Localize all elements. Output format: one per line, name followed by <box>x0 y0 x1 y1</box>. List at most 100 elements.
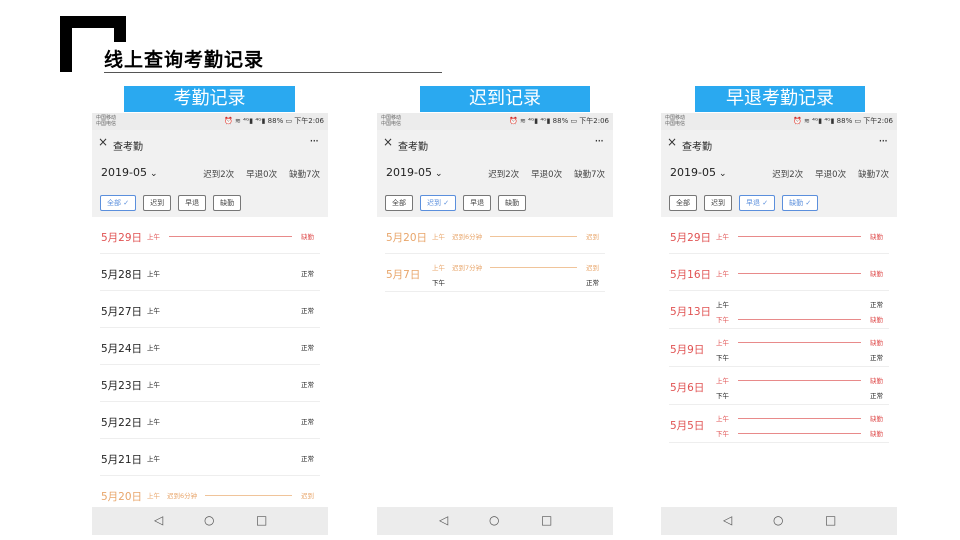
carrier-line-2: 中国电信 <box>381 121 402 127</box>
more-options-icon[interactable]: ··· <box>310 134 320 148</box>
status-label: 缺勤 <box>870 270 883 278</box>
status-label: 缺勤 <box>870 415 883 423</box>
period-record: 上午 迟到6分钟 迟到 <box>432 231 599 243</box>
close-icon[interactable]: × <box>667 135 677 149</box>
filter-chip[interactable]: 缺勤 ✓ <box>782 195 819 211</box>
section-label-early-leave: 早退考勤记录 <box>695 86 865 112</box>
status-label: 缺勤 <box>870 233 883 241</box>
recent-apps-icon[interactable]: □ <box>825 513 836 527</box>
filter-chip[interactable]: 早退 ✓ <box>739 195 776 211</box>
period-record: 下午 缺勤 <box>716 428 883 440</box>
filter-chips: 全部 迟到 早退 ✓ 缺勤 ✓ <box>661 189 897 217</box>
status-label: 正常 <box>301 270 314 278</box>
close-icon[interactable]: × <box>383 135 393 149</box>
status-label: 迟到 <box>586 264 599 272</box>
period-label: 上午 <box>147 381 160 389</box>
back-icon[interactable]: ◁ <box>439 513 448 527</box>
chevron-down-icon: ⌄ <box>149 169 158 179</box>
filter-chip[interactable]: 全部 ✓ <box>100 195 137 211</box>
filter-chips: 全部 ✓ 迟到 早退 缺勤 <box>92 189 328 217</box>
record-row[interactable]: 5月27日 上午 正常 <box>100 291 320 328</box>
back-icon[interactable]: ◁ <box>723 513 732 527</box>
late-count: 迟到2次 <box>488 170 520 180</box>
app-bar: × 查考勤 ··· <box>377 130 613 158</box>
late-count: 迟到2次 <box>203 170 235 180</box>
status-bar: 中国移动 中国电信 ⏰ ≋ ⁴ᴳ▮ ⁴ᴳ▮ 88% ▭ 下午2:06 <box>92 113 328 130</box>
period-label: 上午 <box>716 270 729 278</box>
record-row[interactable]: 5月24日 上午 正常 <box>100 328 320 365</box>
filter-chip[interactable]: 缺勤 <box>213 195 242 211</box>
period-record: 下午 正常 <box>432 277 599 289</box>
system-nav-bar: ◁ ○ □ <box>377 507 613 535</box>
absent-count: 缺勤7次 <box>289 170 320 180</box>
month-selector[interactable]: 2019-05 ⌄ <box>101 166 158 179</box>
status-line <box>490 236 577 237</box>
summary-bar: 2019-05 ⌄ 迟到2次 早退0次 缺勤7次 <box>377 158 613 189</box>
record-date: 5月16日 <box>670 269 712 281</box>
period-record: 上午 正常 <box>147 305 314 317</box>
filter-chip[interactable]: 全部 <box>385 195 413 211</box>
phone-screen-1: 中国移动 中国电信 ⏰ ≋ ⁴ᴳ▮ ⁴ᴳ▮ 88% ▭ 下午2:06 × 查考勤 ··· 2… <box>92 113 328 535</box>
filter-chip[interactable]: 缺勤 <box>498 195 527 211</box>
record-row[interactable]: 5月22日 上午 正常 <box>100 402 320 439</box>
status-icons-time: ⏰ ≋ ⁴ᴳ▮ ⁴ᴳ▮ 88% ▭ 下午2:06 <box>793 117 893 125</box>
filter-chip[interactable]: 迟到 <box>704 195 732 211</box>
filter-chip[interactable]: 迟到 ✓ <box>420 195 457 211</box>
period-record: 上午 缺勤 <box>716 413 883 425</box>
back-icon[interactable]: ◁ <box>154 513 163 527</box>
record-row[interactable]: 5月23日 上午 正常 <box>100 365 320 402</box>
record-date: 5月7日 <box>386 269 421 281</box>
status-label: 正常 <box>301 418 314 426</box>
more-options-icon[interactable]: ··· <box>595 134 605 148</box>
period-label: 上午 <box>716 339 729 347</box>
month-selector[interactable]: 2019-05 ⌄ <box>670 166 727 179</box>
chevron-down-icon: ⌄ <box>718 169 727 179</box>
period-label: 下午 <box>432 279 445 287</box>
month-value: 2019-05 <box>101 166 147 179</box>
period-label: 上午 <box>147 418 160 426</box>
system-nav-bar: ◁ ○ □ <box>661 507 897 535</box>
close-icon[interactable]: × <box>98 135 108 149</box>
record-date: 5月29日 <box>101 232 143 244</box>
status-label: 正常 <box>301 381 314 389</box>
period-label: 上午 <box>716 377 729 385</box>
record-row[interactable]: 5月29日 上午 缺勤 <box>100 217 320 254</box>
recent-apps-icon[interactable]: □ <box>256 513 267 527</box>
status-bar: 中国移动 中国电信 ⏰ ≋ ⁴ᴳ▮ ⁴ᴳ▮ 88% ▭ 下午2:06 <box>661 113 897 130</box>
record-row[interactable]: 5月9日 上午 缺勤 下午 正常 <box>669 329 889 367</box>
home-icon[interactable]: ○ <box>489 513 499 527</box>
carrier-line-2: 中国电信 <box>96 121 117 127</box>
status-label: 迟到 <box>586 233 599 241</box>
home-icon[interactable]: ○ <box>773 513 783 527</box>
record-row[interactable]: 5月6日 上午 缺勤 下午 正常 <box>669 367 889 405</box>
carrier-info: 中国移动 中国电信 <box>96 115 116 127</box>
more-options-icon[interactable]: ··· <box>879 134 889 148</box>
record-row[interactable]: 5月16日 上午 缺勤 <box>669 254 889 291</box>
record-row[interactable]: 5月7日 上午 迟到7分钟 迟到 下午 正常 <box>385 254 605 292</box>
record-row[interactable]: 5月13日 上午 正常 下午 缺勤 <box>669 291 889 329</box>
section-label-late: 迟到记录 <box>420 86 590 112</box>
status-label: 正常 <box>301 455 314 463</box>
record-row[interactable]: 5月28日 上午 正常 <box>100 254 320 291</box>
late-minutes: 迟到6分钟 <box>167 492 198 500</box>
record-list: 5月20日 上午 迟到6分钟 迟到 5月7日 上午 迟到7分钟 迟到 下午 正常 <box>377 217 613 292</box>
filter-chip[interactable]: 早退 <box>463 195 492 211</box>
month-selector[interactable]: 2019-05 ⌄ <box>386 166 443 179</box>
status-label: 正常 <box>301 307 314 315</box>
status-line <box>738 433 861 434</box>
filter-chip[interactable]: 迟到 <box>143 195 172 211</box>
record-row[interactable]: 5月20日 上午 迟到6分钟 迟到 <box>385 217 605 254</box>
filter-chip[interactable]: 早退 <box>178 195 207 211</box>
recent-apps-icon[interactable]: □ <box>541 513 552 527</box>
period-record: 上午 正常 <box>147 416 314 428</box>
home-icon[interactable]: ○ <box>204 513 214 527</box>
record-row[interactable]: 5月5日 上午 缺勤 下午 缺勤 <box>669 405 889 443</box>
filter-chips: 全部 迟到 ✓ 早退 缺勤 <box>377 189 613 217</box>
attendance-counts: 迟到2次 早退0次 缺勤7次 <box>191 168 320 180</box>
period-label: 上午 <box>147 455 160 463</box>
record-row[interactable]: 5月29日 上午 缺勤 <box>669 217 889 254</box>
status-label: 缺勤 <box>870 377 883 385</box>
filter-chip[interactable]: 全部 <box>669 195 697 211</box>
record-row[interactable]: 5月21日 上午 正常 <box>100 439 320 476</box>
status-line <box>738 236 861 237</box>
